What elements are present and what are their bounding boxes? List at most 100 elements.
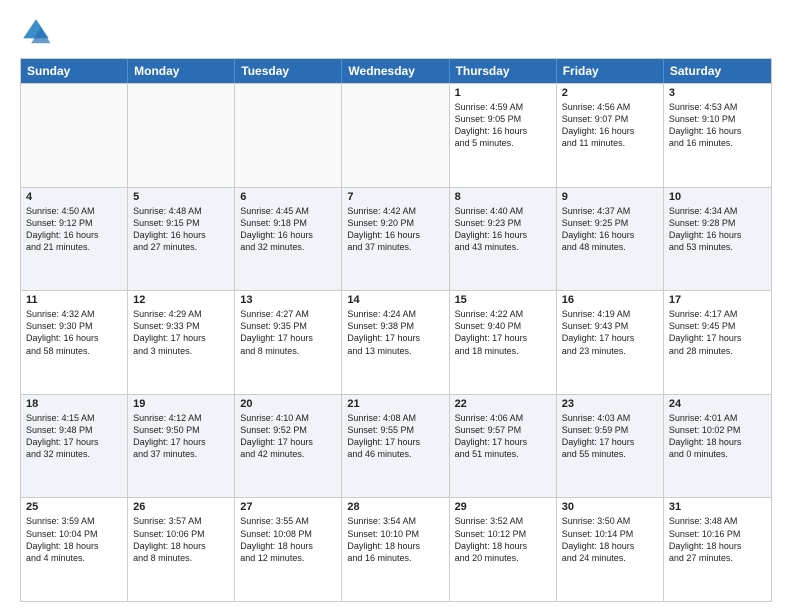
day-number: 19: [133, 398, 229, 410]
day-info: Sunrise: 4:03 AM Sunset: 9:59 PM Dayligh…: [562, 412, 658, 461]
day-number: 7: [347, 191, 443, 203]
day-info: Sunrise: 4:42 AM Sunset: 9:20 PM Dayligh…: [347, 205, 443, 254]
calendar-cell-1-4: [342, 84, 449, 187]
day-number: 20: [240, 398, 336, 410]
calendar-cell-5-1: 25 Sunrise: 3:59 AM Sunset: 10:04 PM Dayl…: [21, 498, 128, 601]
logo: [20, 16, 56, 48]
day-info: Sunrise: 4:48 AM Sunset: 9:15 PM Dayligh…: [133, 205, 229, 254]
day-info: Sunrise: 3:55 AM Sunset: 10:08 PM Daylig…: [240, 515, 336, 564]
calendar-cell-1-6: 2 Sunrise: 4:56 AM Sunset: 9:07 PM Daylig…: [557, 84, 664, 187]
day-info: Sunrise: 3:48 AM Sunset: 10:16 PM Daylig…: [669, 515, 766, 564]
calendar-cell-5-5: 29Sunrise: 3:52 AM Sunset: 10:12 PM Dayl…: [450, 498, 557, 601]
day-number: 2: [562, 87, 658, 99]
day-number: 27: [240, 501, 336, 513]
calendar-cell-4-5: 22Sunrise: 4:06 AM Sunset: 9:57 PM Dayli…: [450, 395, 557, 498]
calendar-row-1: 1Sunrise: 4:59 AM Sunset: 9:05 PM Daylig…: [21, 83, 771, 187]
calendar-cell-3-4: 14 Sunrise: 4:24 AM Sunset: 9:38 PM Dayli…: [342, 291, 449, 394]
calendar-cell-4-7: 24 Sunrise: 4:01 AM Sunset: 10:02 PM Dayl…: [664, 395, 771, 498]
day-number: 21: [347, 398, 443, 410]
weekday-header-monday: Monday: [128, 59, 235, 83]
weekday-header-sunday: Sunday: [21, 59, 128, 83]
calendar-cell-5-7: 31Sunrise: 3:48 AM Sunset: 10:16 PM Dayl…: [664, 498, 771, 601]
day-info: Sunrise: 4:32 AM Sunset: 9:30 PM Dayligh…: [26, 308, 122, 357]
day-number: 26: [133, 501, 229, 513]
calendar-cell-4-1: 18 Sunrise: 4:15 AM Sunset: 9:48 PM Dayli…: [21, 395, 128, 498]
day-info: Sunrise: 4:08 AM Sunset: 9:55 PM Dayligh…: [347, 412, 443, 461]
weekday-header-thursday: Thursday: [450, 59, 557, 83]
calendar-cell-3-3: 13 Sunrise: 4:27 AM Sunset: 9:35 PM Dayli…: [235, 291, 342, 394]
day-number: 22: [455, 398, 551, 410]
day-info: Sunrise: 4:22 AM Sunset: 9:40 PM Dayligh…: [455, 308, 551, 357]
day-number: 14: [347, 294, 443, 306]
calendar-row-2: 4Sunrise: 4:50 AM Sunset: 9:12 PM Daylig…: [21, 187, 771, 291]
day-info: Sunrise: 3:50 AM Sunset: 10:14 PM Daylig…: [562, 515, 658, 564]
day-info: Sunrise: 4:17 AM Sunset: 9:45 PM Dayligh…: [669, 308, 766, 357]
day-info: Sunrise: 4:37 AM Sunset: 9:25 PM Dayligh…: [562, 205, 658, 254]
calendar-cell-2-3: 6 Sunrise: 4:45 AM Sunset: 9:18 PM Daylig…: [235, 188, 342, 291]
weekday-header-friday: Friday: [557, 59, 664, 83]
day-info: Sunrise: 4:53 AM Sunset: 9:10 PM Dayligh…: [669, 101, 766, 150]
weekday-header-tuesday: Tuesday: [235, 59, 342, 83]
calendar-cell-3-1: 11 Sunrise: 4:32 AM Sunset: 9:30 PM Dayli…: [21, 291, 128, 394]
day-number: 13: [240, 294, 336, 306]
calendar-cell-4-6: 23 Sunrise: 4:03 AM Sunset: 9:59 PM Dayli…: [557, 395, 664, 498]
day-number: 28: [347, 501, 443, 513]
calendar-cell-1-5: 1Sunrise: 4:59 AM Sunset: 9:05 PM Daylig…: [450, 84, 557, 187]
day-number: 11: [26, 294, 122, 306]
weekday-header-saturday: Saturday: [664, 59, 771, 83]
calendar-cell-1-7: 3 Sunrise: 4:53 AM Sunset: 9:10 PM Daylig…: [664, 84, 771, 187]
calendar-cell-2-5: 8 Sunrise: 4:40 AM Sunset: 9:23 PM Daylig…: [450, 188, 557, 291]
day-number: 8: [455, 191, 551, 203]
day-info: Sunrise: 4:10 AM Sunset: 9:52 PM Dayligh…: [240, 412, 336, 461]
calendar-cell-5-6: 30 Sunrise: 3:50 AM Sunset: 10:14 PM Dayl…: [557, 498, 664, 601]
calendar-cell-3-2: 12Sunrise: 4:29 AM Sunset: 9:33 PM Dayli…: [128, 291, 235, 394]
calendar-cell-1-2: [128, 84, 235, 187]
day-info: Sunrise: 4:45 AM Sunset: 9:18 PM Dayligh…: [240, 205, 336, 254]
calendar-header: SundayMondayTuesdayWednesdayThursdayFrid…: [21, 59, 771, 83]
page: SundayMondayTuesdayWednesdayThursdayFrid…: [0, 0, 792, 612]
day-info: Sunrise: 4:56 AM Sunset: 9:07 PM Dayligh…: [562, 101, 658, 150]
calendar-cell-2-2: 5 Sunrise: 4:48 AM Sunset: 9:15 PM Daylig…: [128, 188, 235, 291]
day-info: Sunrise: 4:19 AM Sunset: 9:43 PM Dayligh…: [562, 308, 658, 357]
calendar-cell-5-3: 27 Sunrise: 3:55 AM Sunset: 10:08 PM Dayl…: [235, 498, 342, 601]
day-info: Sunrise: 4:24 AM Sunset: 9:38 PM Dayligh…: [347, 308, 443, 357]
calendar-cell-5-2: 26Sunrise: 3:57 AM Sunset: 10:06 PM Dayl…: [128, 498, 235, 601]
day-info: Sunrise: 4:15 AM Sunset: 9:48 PM Dayligh…: [26, 412, 122, 461]
calendar-row-5: 25 Sunrise: 3:59 AM Sunset: 10:04 PM Dayl…: [21, 497, 771, 601]
calendar-cell-2-1: 4Sunrise: 4:50 AM Sunset: 9:12 PM Daylig…: [21, 188, 128, 291]
calendar-cell-4-2: 19 Sunrise: 4:12 AM Sunset: 9:50 PM Dayli…: [128, 395, 235, 498]
day-number: 4: [26, 191, 122, 203]
day-number: 29: [455, 501, 551, 513]
calendar-cell-3-5: 15 Sunrise: 4:22 AM Sunset: 9:40 PM Dayli…: [450, 291, 557, 394]
day-info: Sunrise: 4:12 AM Sunset: 9:50 PM Dayligh…: [133, 412, 229, 461]
day-info: Sunrise: 3:59 AM Sunset: 10:04 PM Daylig…: [26, 515, 122, 564]
day-number: 25: [26, 501, 122, 513]
day-number: 15: [455, 294, 551, 306]
day-number: 9: [562, 191, 658, 203]
weekday-header-wednesday: Wednesday: [342, 59, 449, 83]
calendar-cell-4-4: 21 Sunrise: 4:08 AM Sunset: 9:55 PM Dayli…: [342, 395, 449, 498]
calendar-cell-3-7: 17Sunrise: 4:17 AM Sunset: 9:45 PM Dayli…: [664, 291, 771, 394]
calendar-cell-1-3: [235, 84, 342, 187]
day-info: Sunrise: 4:29 AM Sunset: 9:33 PM Dayligh…: [133, 308, 229, 357]
day-number: 18: [26, 398, 122, 410]
day-info: Sunrise: 4:34 AM Sunset: 9:28 PM Dayligh…: [669, 205, 766, 254]
calendar-cell-3-6: 16 Sunrise: 4:19 AM Sunset: 9:43 PM Dayli…: [557, 291, 664, 394]
day-number: 23: [562, 398, 658, 410]
day-info: Sunrise: 4:27 AM Sunset: 9:35 PM Dayligh…: [240, 308, 336, 357]
day-info: Sunrise: 4:01 AM Sunset: 10:02 PM Daylig…: [669, 412, 766, 461]
calendar-row-4: 18 Sunrise: 4:15 AM Sunset: 9:48 PM Dayli…: [21, 394, 771, 498]
calendar-cell-5-4: 28Sunrise: 3:54 AM Sunset: 10:10 PM Dayl…: [342, 498, 449, 601]
day-info: Sunrise: 4:40 AM Sunset: 9:23 PM Dayligh…: [455, 205, 551, 254]
day-number: 6: [240, 191, 336, 203]
day-number: 10: [669, 191, 766, 203]
day-number: 16: [562, 294, 658, 306]
day-number: 3: [669, 87, 766, 99]
calendar-cell-2-4: 7 Sunrise: 4:42 AM Sunset: 9:20 PM Daylig…: [342, 188, 449, 291]
day-info: Sunrise: 4:59 AM Sunset: 9:05 PM Dayligh…: [455, 101, 551, 150]
day-number: 5: [133, 191, 229, 203]
day-number: 24: [669, 398, 766, 410]
day-number: 30: [562, 501, 658, 513]
calendar-cell-2-7: 10 Sunrise: 4:34 AM Sunset: 9:28 PM Dayli…: [664, 188, 771, 291]
calendar-row-3: 11 Sunrise: 4:32 AM Sunset: 9:30 PM Dayli…: [21, 290, 771, 394]
